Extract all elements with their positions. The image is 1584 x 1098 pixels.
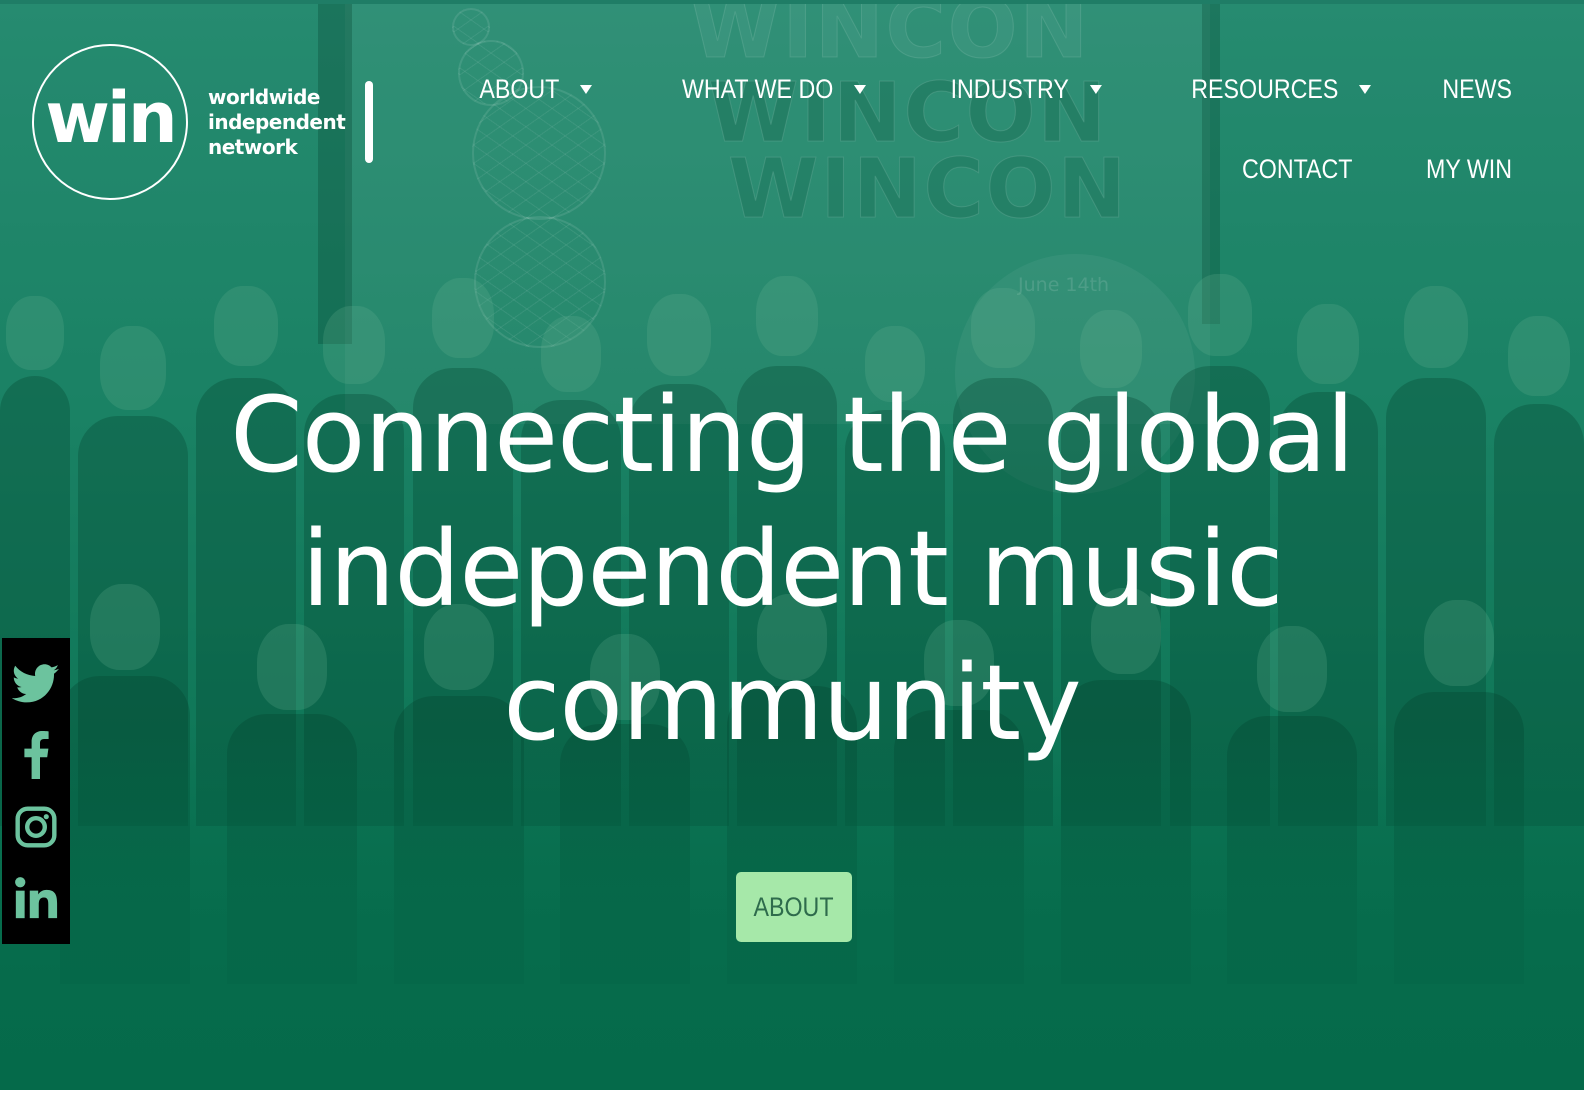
linkedin-icon <box>15 877 58 919</box>
logo-circle: win <box>32 44 188 200</box>
nav-item-label: CONTACT <box>1241 153 1352 184</box>
site-logo[interactable]: win worldwide independent network <box>32 44 374 200</box>
logo-tagline-line: worldwide <box>208 84 320 109</box>
nav-item-contact[interactable]: CONTACT <box>1241 154 1352 185</box>
nav-item-label: RESOURCES <box>1191 73 1339 104</box>
caret-down-icon <box>580 84 593 94</box>
caret-down-icon <box>1358 84 1371 94</box>
instagram-link[interactable] <box>10 801 62 853</box>
instagram-icon <box>15 806 57 848</box>
hero-headline-line: independent music <box>301 508 1284 630</box>
nav-item-industry[interactable]: INDUSTRY <box>951 74 1102 105</box>
nav-item-label: NEWS <box>1442 73 1512 104</box>
logo-tagline-line: independent <box>208 109 346 134</box>
facebook-link[interactable] <box>10 729 62 781</box>
logo-mark: win <box>45 77 177 159</box>
nav-item-label: INDUSTRY <box>951 73 1070 104</box>
twitter-link[interactable] <box>10 658 62 710</box>
page-bottom-strip <box>0 1090 1584 1098</box>
nav-row-primary: ABOUT WHAT WE DO INDUSTRY RESOURCES NEWS <box>480 66 1512 112</box>
nav-item-about[interactable]: ABOUT <box>480 74 593 105</box>
logo-tagline-line: network <box>208 134 298 159</box>
caret-down-icon <box>854 84 867 94</box>
main-navigation: ABOUT WHAT WE DO INDUSTRY RESOURCES NEWS… <box>480 66 1512 192</box>
hero-section: WINCON WINCON WINCON June 14th win world… <box>0 0 1584 1090</box>
nav-item-label: WHAT WE DO <box>682 73 834 104</box>
hero-headline: Connecting the global independent music … <box>192 368 1392 770</box>
nav-item-label: MY WIN <box>1426 153 1512 184</box>
nav-item-news[interactable]: NEWS <box>1442 74 1512 105</box>
hero-headline-line: community <box>503 642 1081 764</box>
twitter-icon <box>12 663 60 703</box>
nav-row-secondary: CONTACT MY WIN <box>532 146 1512 192</box>
caret-down-icon <box>1089 84 1102 94</box>
social-sidebar <box>2 638 70 944</box>
about-button-label: ABOUT <box>753 891 834 922</box>
nav-item-label: ABOUT <box>479 73 560 104</box>
logo-divider <box>365 81 374 163</box>
nav-item-my-win[interactable]: MY WIN <box>1426 154 1512 185</box>
linkedin-link[interactable] <box>10 872 62 924</box>
about-button[interactable]: ABOUT <box>736 872 852 942</box>
nav-item-resources[interactable]: RESOURCES <box>1191 74 1371 105</box>
facebook-icon <box>24 731 49 780</box>
hero-headline-line: Connecting the global <box>230 374 1355 496</box>
logo-tagline: worldwide independent network <box>208 84 346 160</box>
nav-item-what-we-do[interactable]: WHAT WE DO <box>682 73 867 105</box>
